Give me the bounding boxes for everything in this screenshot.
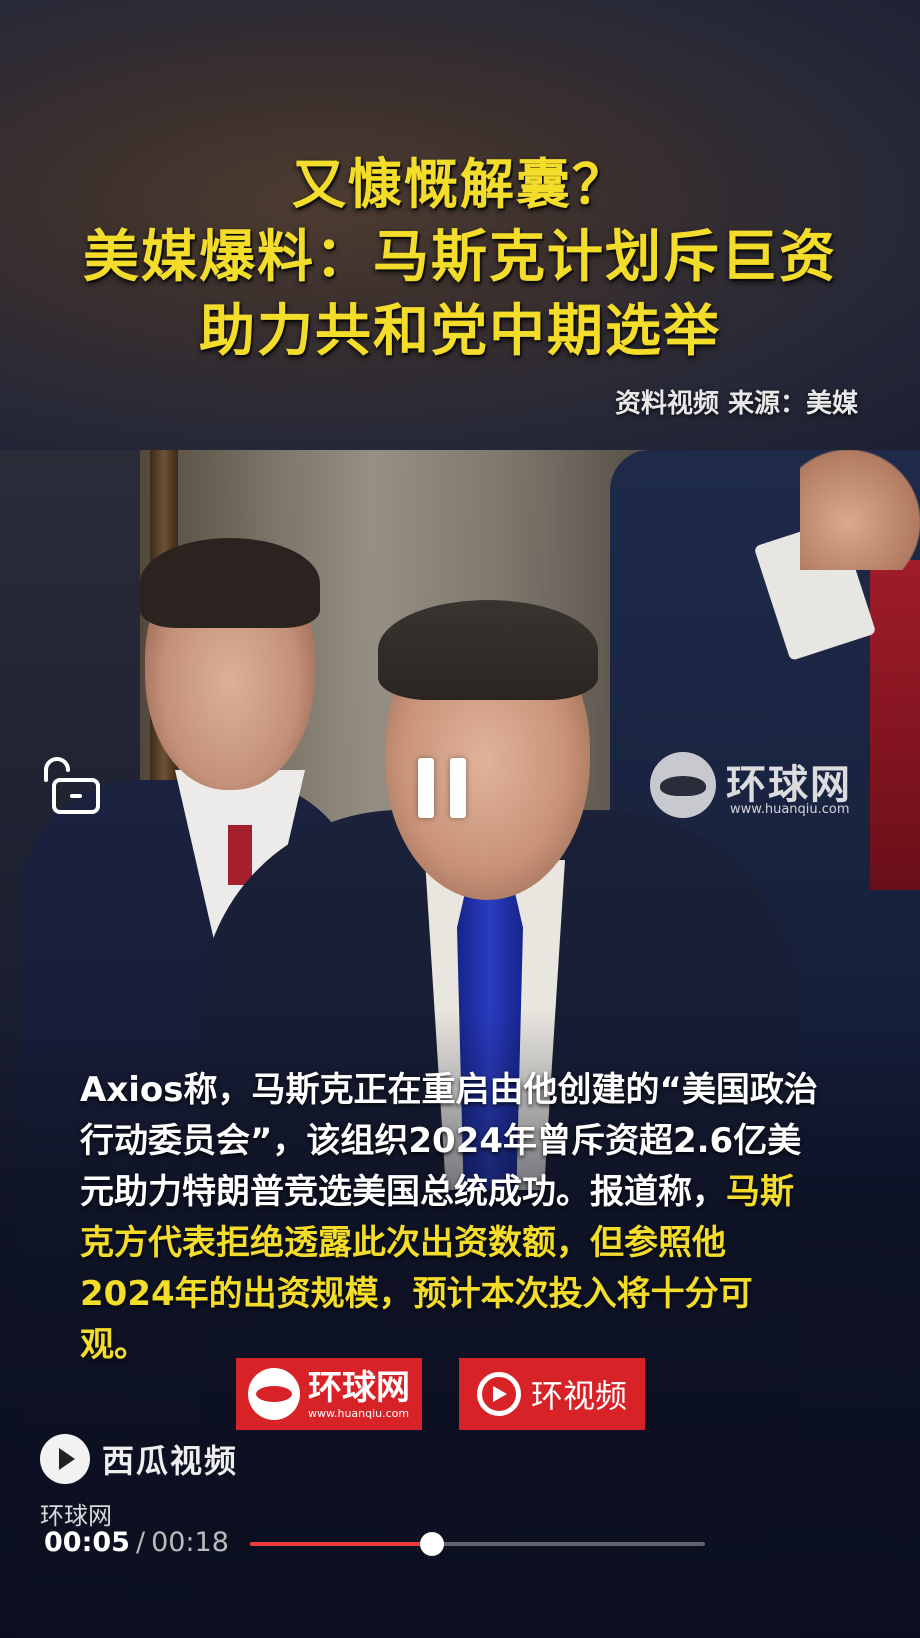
- huanqiu-watermark: 环球网 www.huanqiu.com: [650, 752, 900, 822]
- xigua-play-icon: [40, 1434, 90, 1484]
- progress-bar[interactable]: [250, 1532, 705, 1556]
- main-person-hair: [378, 600, 598, 700]
- progress-scrubber-handle[interactable]: [420, 1532, 444, 1556]
- huanshipin-play-icon: [476, 1372, 521, 1416]
- right-person-tie: [870, 560, 920, 890]
- author-name[interactable]: 环球网: [40, 1496, 112, 1531]
- current-time: 00:05: [44, 1527, 130, 1558]
- progress-fill: [250, 1542, 432, 1546]
- source-label: 资料视频 来源：美媒: [614, 389, 858, 419]
- news-caption: Axios称，马斯克正在重启由他创建的“美国政治行动委员会”，该组织2024年曾…: [80, 1065, 820, 1371]
- huanqiu-logo: 环球网 www.huanqiu.com: [236, 1358, 422, 1430]
- pause-icon[interactable]: [418, 758, 468, 818]
- huanqiu-logo-text: 环球网: [308, 1367, 410, 1408]
- caption-white-text: Axios称，马斯克正在重启由他创建的“美国政治行动委员会”，该组织2024年曾…: [80, 1070, 818, 1212]
- huanshipin-logo-text: 环视频: [530, 1377, 627, 1415]
- huanqiu-emblem-icon: [248, 1368, 300, 1420]
- right-person-hand: [800, 450, 920, 570]
- huanqiu-logo-icon: [650, 752, 716, 818]
- huanqiu-logo-url: www.huanqiu.com: [308, 1406, 410, 1420]
- watermark-url: www.huanqiu.com: [730, 802, 850, 817]
- unlock-icon[interactable]: [38, 752, 104, 818]
- left-person-hair: [140, 538, 320, 628]
- time-separator: /: [135, 1527, 146, 1558]
- headline-line-3: 助力共和党中期选举: [199, 299, 721, 364]
- video-title-banner: 又慷慨解囊？ 美媒爆料：马斯克计划斥巨资 助力共和党中期选举 资料视频 来源：美…: [0, 0, 920, 450]
- huanshipin-logo: 环视频: [459, 1358, 645, 1430]
- xigua-video-badge: 西瓜视频: [40, 1432, 238, 1486]
- playback-time: 00:05/00:18: [44, 1527, 229, 1558]
- platform-name: 西瓜视频: [102, 1442, 239, 1480]
- left-person-tie: [228, 825, 252, 885]
- headline-line-1: 又慷慨解囊？: [292, 153, 628, 216]
- headline-line-2: 美媒爆料：马斯克计划斥巨资: [83, 225, 837, 290]
- total-time: 00:18: [151, 1527, 229, 1558]
